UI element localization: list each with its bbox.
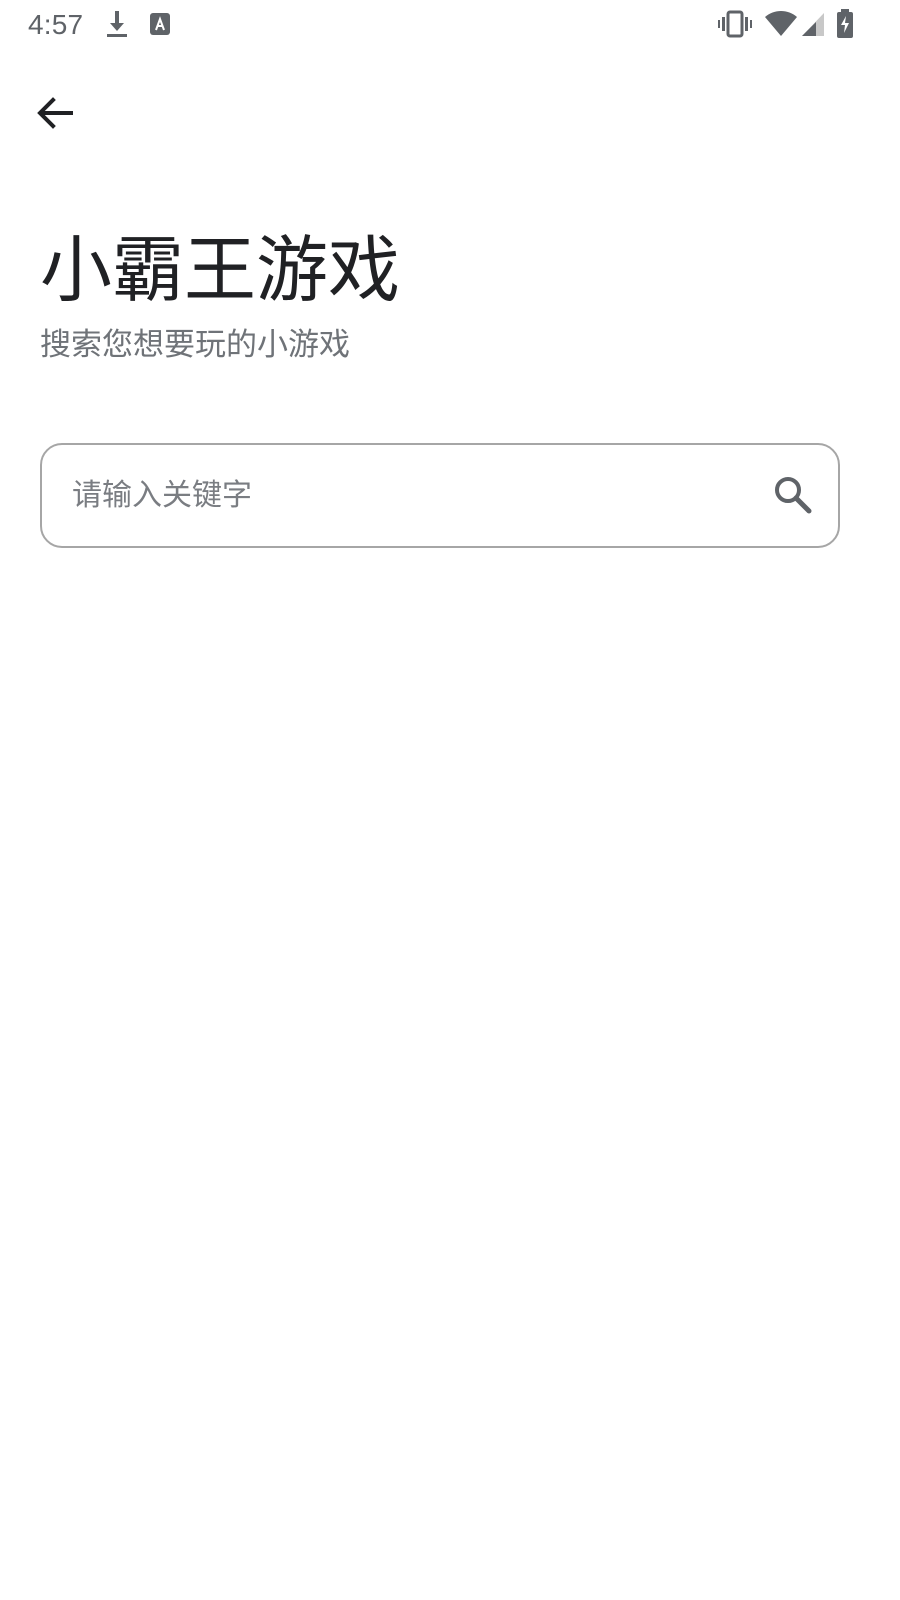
back-button[interactable]: [22, 80, 88, 146]
vibrate-icon: [718, 9, 752, 39]
a-badge-icon: [148, 9, 172, 39]
search-box: [40, 443, 840, 548]
page-subtitle: 搜索您想要玩的小游戏: [40, 327, 350, 363]
wifi-icon: [764, 9, 798, 39]
download-icon: [104, 9, 130, 39]
status-bar: 4:57: [0, 0, 900, 50]
back-arrow-icon: [37, 97, 73, 129]
search-button[interactable]: [768, 470, 818, 520]
status-time: 4:57: [28, 9, 84, 40]
search-icon: [775, 477, 812, 514]
page-title: 小霸王游戏: [40, 228, 401, 312]
signal-icon: [800, 9, 826, 39]
battery-charging-icon: [836, 9, 854, 39]
search-input[interactable]: [72, 445, 752, 546]
